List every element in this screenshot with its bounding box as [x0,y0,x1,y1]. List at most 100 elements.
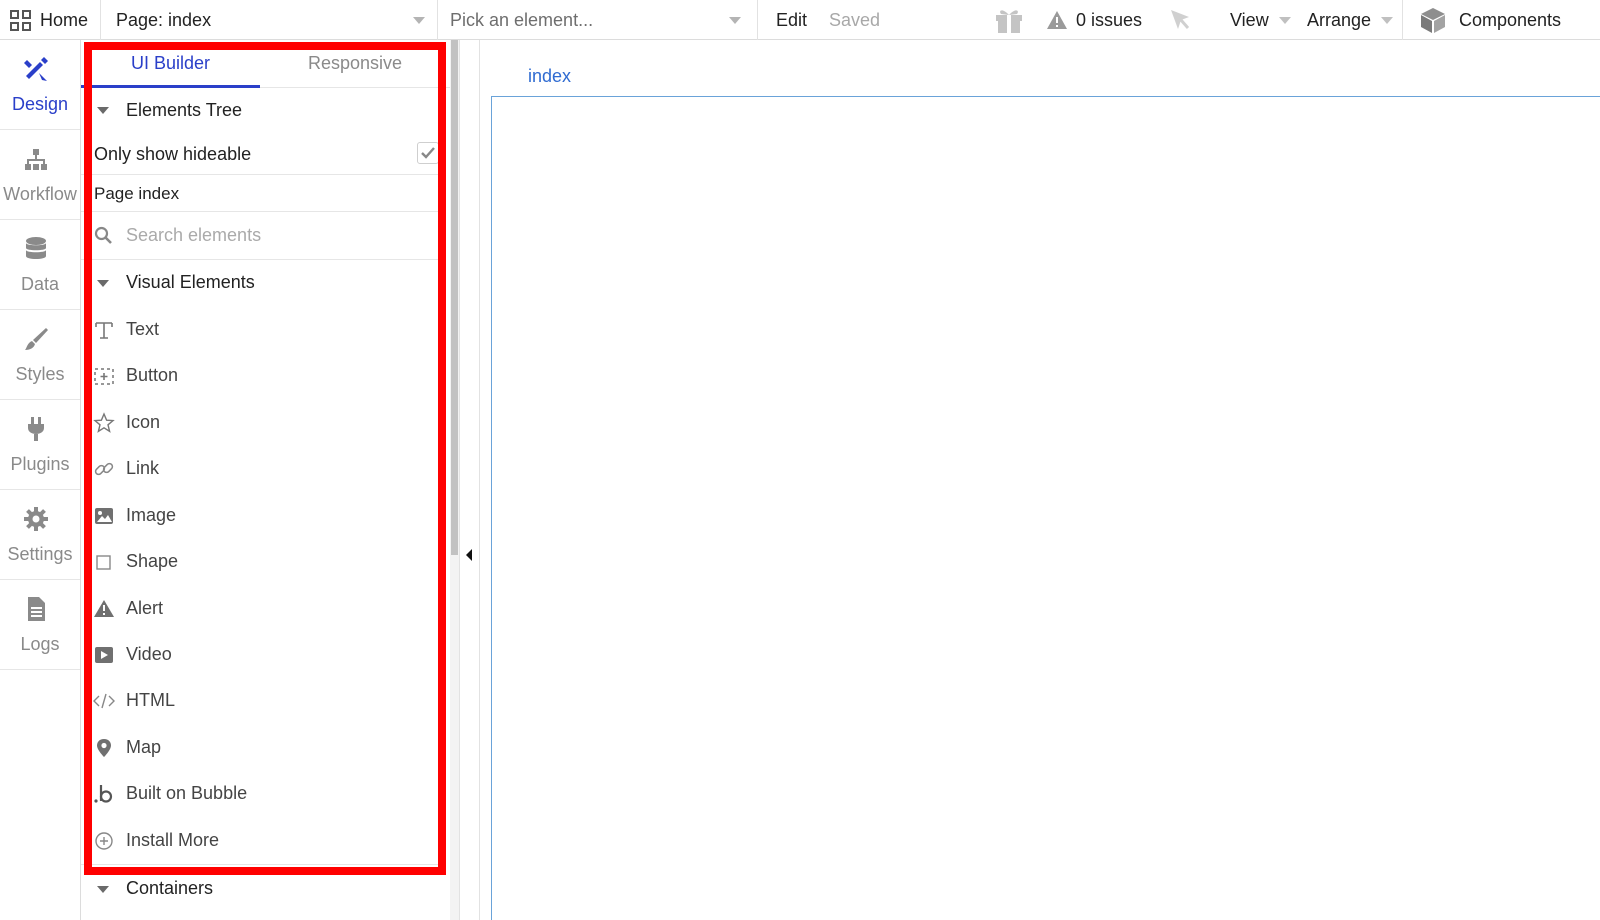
page-index-label: Page index [94,184,180,203]
element-install-more[interactable]: Install More [81,818,446,864]
element-label: Link [126,458,160,478]
text-icon [95,322,113,339]
divider [100,0,101,40]
grid-icon [10,9,31,31]
divider [757,0,758,40]
arrange-menu[interactable]: Arrange [1307,0,1394,40]
only-hideable-checkbox[interactable] [417,142,439,164]
image-icon [95,508,113,524]
nav-label: Plugins [10,454,70,474]
nav-label: Styles [15,364,65,384]
edit-label: Edit [776,9,808,30]
search-elements-input[interactable]: Search elements [126,225,261,246]
element-built-on-bubble[interactable]: Built on Bubble [81,771,446,817]
issues-indicator[interactable]: 0 issues [1046,0,1142,40]
nav-label: Settings [7,544,73,564]
nav-design[interactable]: Design [0,40,80,130]
arrange-label: Arrange [1307,9,1372,30]
code-icon [93,693,115,709]
element-image[interactable]: Image [81,493,446,539]
containers-toggle[interactable]: Containers [81,866,446,912]
element-text[interactable]: Text [81,307,446,353]
warning-icon [1047,11,1067,29]
nav-workflow[interactable]: Workflow [0,130,80,220]
divider [1402,0,1403,40]
caret-down-icon [97,280,109,287]
video-icon [95,647,113,663]
chevron-down-icon [413,17,425,24]
nav-logs[interactable]: Logs [0,580,80,670]
map-pin-icon [97,739,111,757]
element-label: Shape [126,551,179,571]
element-button[interactable]: Button [81,353,446,399]
brush-icon [25,328,48,350]
search-icon [94,226,112,244]
caret-down-icon [97,107,109,114]
page-index-row[interactable]: Page index [81,175,446,211]
document-icon [28,597,45,621]
chevron-down-icon [1278,16,1291,24]
nav-plugins[interactable]: Plugins [0,400,80,490]
tab-ui-builder[interactable]: UI Builder [81,40,260,88]
element-alert[interactable]: Alert [81,586,446,632]
page-selector[interactable]: Page: index [116,0,430,40]
element-label: Map [126,737,162,757]
components-button[interactable]: Components [1419,0,1561,40]
nav-styles[interactable]: Styles [0,310,80,400]
view-label: View [1230,9,1269,30]
home-label: Home [40,9,89,30]
plus-circle-icon [95,832,113,850]
palette-tabs: UI Builder Responsive [81,40,459,88]
element-picker[interactable]: Pick an element... [450,0,744,40]
divider [81,864,446,865]
element-palette: UI Builder Responsive Elements Tree Only… [81,40,459,920]
elements-tree-label: Elements Tree [126,100,243,120]
element-icon[interactable]: Icon [81,400,446,446]
canvas-page-name[interactable]: index [528,66,571,87]
element-link[interactable]: Link [81,446,446,492]
cube-icon [1421,8,1445,33]
view-menu[interactable]: View [1230,0,1291,40]
element-html[interactable]: HTML [81,678,446,724]
chevron-down-icon [729,17,741,24]
star-icon [93,412,115,433]
element-shape[interactable]: Shape [81,539,446,585]
nav-settings[interactable]: Settings [0,490,80,580]
nav-label: Design [11,94,69,114]
only-hideable-row: Only show hideable [81,134,446,174]
gear-icon [24,507,48,531]
element-label: Video [126,644,172,664]
database-icon [26,237,46,259]
element-label: HTML [126,690,175,710]
chevron-down-icon [1381,16,1394,24]
elements-tree-toggle[interactable]: Elements Tree [81,88,446,132]
palette-scrollbar-thumb[interactable] [451,40,458,555]
panel-splitter[interactable] [459,40,480,920]
element-label: Built on Bubble [126,783,248,803]
plug-icon [28,417,44,441]
nav-data[interactable]: Data [0,220,80,310]
gift-icon[interactable] [993,0,1025,40]
checkmark-icon [421,147,435,159]
element-video[interactable]: Video [81,632,446,678]
element-label: Button [126,365,179,385]
nav-label: Logs [20,634,60,654]
element-map[interactable]: Map [81,725,446,771]
containers-label: Containers [126,878,214,898]
page-canvas[interactable] [491,96,1600,920]
cursor-icon[interactable] [1168,0,1192,40]
nav-label: Data [20,274,60,294]
collapse-panel-icon[interactable] [466,549,472,561]
caret-down-icon [97,886,109,893]
tab-responsive[interactable]: Responsive [260,40,450,88]
components-label: Components [1459,9,1562,30]
visual-elements-toggle[interactable]: Visual Elements [81,260,446,306]
element-label: Alert [126,598,164,618]
home-button[interactable]: Home [10,0,88,40]
saved-status: Saved [829,9,881,30]
edit-button[interactable]: Edit [776,0,807,40]
bubble-logo-icon [94,785,113,803]
search-elements-field[interactable]: Search elements [81,212,446,258]
alert-icon [94,600,114,617]
element-picker-label: Pick an element... [450,9,594,30]
